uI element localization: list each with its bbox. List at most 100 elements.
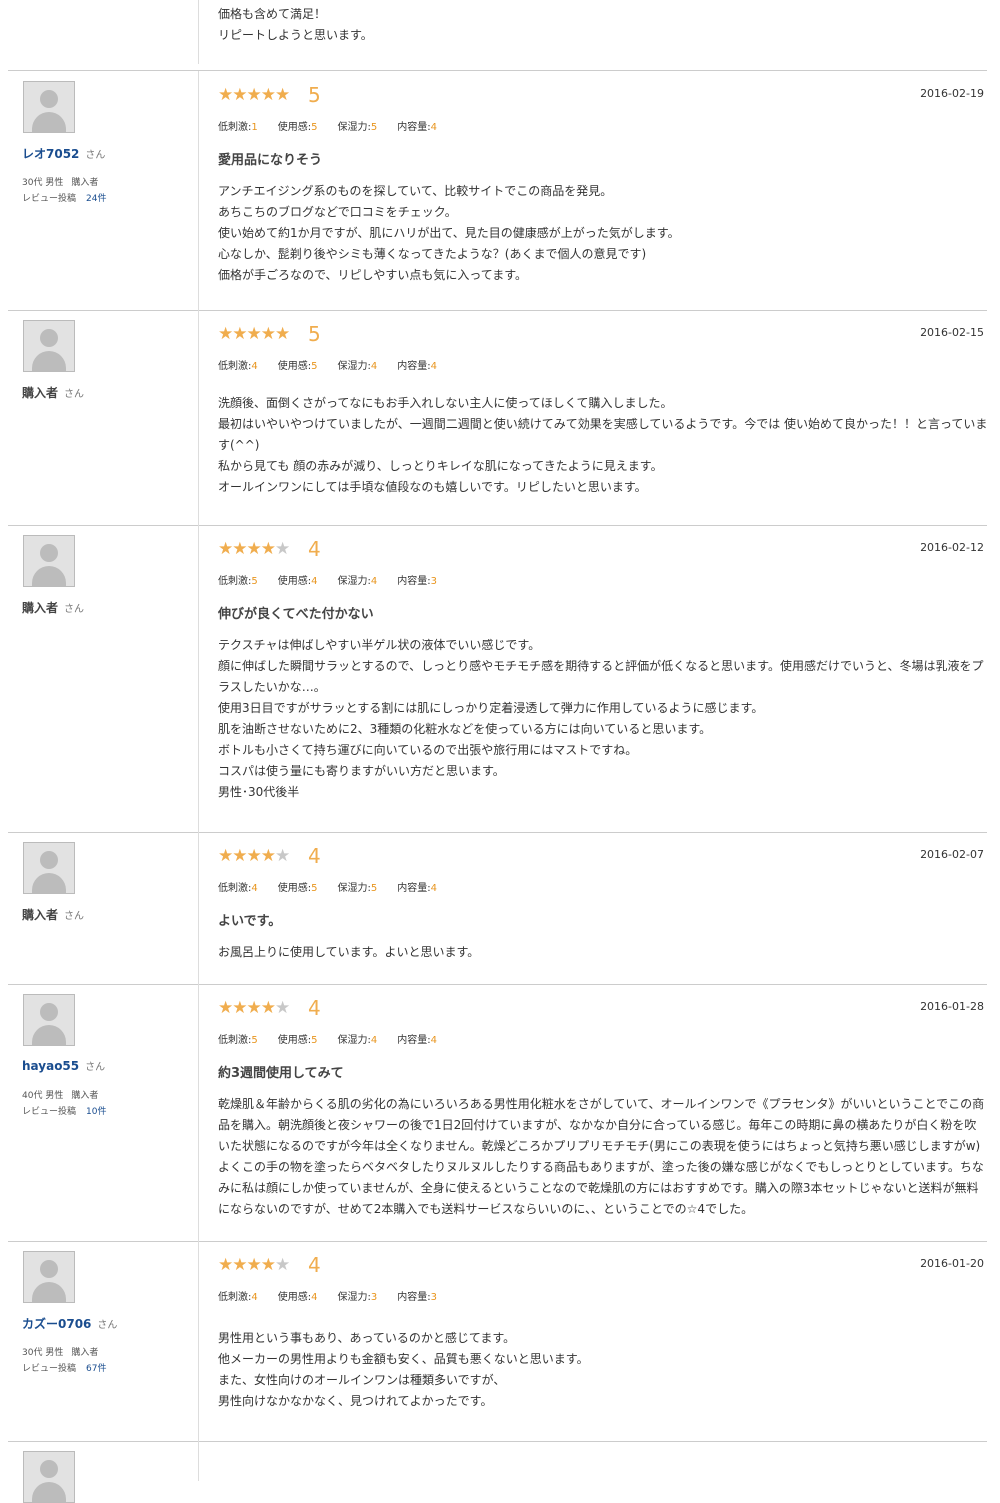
honorific: さん [64,389,85,400]
star-filled-icon: ★ [246,539,262,559]
reviewer-name-link[interactable]: カズー0706 [22,1317,91,1331]
review-count-label: レビュー投稿 [22,1364,77,1374]
buyer-badge: 購入者 [71,1348,99,1358]
review-count-link[interactable]: 67件 [86,1364,106,1374]
criterion-label: 低刺激: [218,1035,252,1046]
criterion: 内容量:4 [397,357,437,372]
review-date: 2016-01-28 [920,1000,984,1013]
star-filled-icon: ★ [218,998,233,1018]
review-title: 愛用品になりそう [218,153,323,168]
star-rating: ★★★★★ [218,85,290,105]
review-count-link[interactable]: 24件 [86,194,106,204]
criterion-value: 4 [370,361,378,372]
star-filled-icon: ★ [260,85,276,105]
reviewer-info: 購入者 さん [8,832,199,984]
criterion: 低刺激:5 [218,1031,258,1046]
star-rating: ★★★★★ [218,846,290,866]
star-filled-icon: ★ [232,998,247,1018]
avatar-body [32,112,66,132]
criterion-label: 使用感: [277,1292,312,1303]
criterion-label: 保湿力: [337,122,371,133]
criterion-value: 5 [370,122,378,133]
criterion-label: 使用感: [277,883,312,894]
criterion-label: 保湿力: [337,1292,371,1303]
avatar [23,1451,75,1503]
criterion-value: 4 [311,576,318,587]
criteria-ratings: 低刺激:4 使用感:4 保湿力:3 内容量:3 [218,1288,457,1303]
criterion-label: 内容量: [397,361,431,372]
criterion: 使用感:4 [278,1288,318,1303]
rating-score: 4 [308,537,321,561]
criterion-label: 使用感: [277,576,312,587]
criterion-value: 5 [311,883,318,894]
criterion: 低刺激:4 [218,1288,258,1303]
avatar-head [40,90,58,108]
star-empty-icon: ★ [275,539,290,559]
criteria-ratings: 低刺激:1 使用感:5 保湿力:5 内容量:4 [218,118,457,133]
avatar-head [40,1003,58,1021]
review-date: 2016-02-07 [920,848,984,861]
reviewer-info: カズー0706 さん 30代 男性 購入者 レビュー投稿 67件 [8,1241,199,1441]
review-item: 購入者 さん ★★★★★ 4 2016-02-12 低刺激:5 使用感:4 保湿力:4 内容量:… [8,525,987,833]
criteria-ratings: 低刺激:5 使用感:4 保湿力:4 内容量:3 [218,572,457,587]
avatar-head [40,329,58,347]
reviewer-name-link[interactable]: レオ7052 [22,147,79,161]
avatar-head [40,544,58,562]
criterion-value: 4 [311,1292,318,1303]
criteria-ratings: 低刺激:4 使用感:5 保湿力:4 内容量:4 [218,357,457,372]
avatar-body [32,1025,66,1045]
honorific: さん [64,911,85,922]
criterion-value: 4 [251,883,258,894]
honorific: さん [97,1320,118,1331]
criterion-value: 3 [370,1292,378,1303]
star-filled-icon: ★ [246,1255,262,1275]
criterion: 内容量:4 [397,879,437,894]
rating-score: 4 [308,844,321,868]
star-filled-icon: ★ [232,846,247,866]
reviewer-name: レオ7052 さん [22,145,105,162]
review-body: 価格も含めて満足！ リピートしようと思います。 [218,7,373,42]
review-count-label: レビュー投稿 [22,194,77,204]
avatar-head [40,1460,58,1478]
review-count-row: レビュー投稿 10件 [22,1104,106,1120]
criterion-value: 5 [311,361,318,372]
reviewer-meta: 40代 男性 購入者 レビュー投稿 10件 [22,1088,106,1120]
review-date: 2016-02-12 [920,541,984,554]
criterion: 保湿力:4 [338,572,378,587]
review-item: 購入者 さん ★★★★★ 5 2016-02-15 低刺激:4 使用感:5 保湿力:4 内容量:… [8,310,987,526]
star-filled-icon: ★ [218,85,233,105]
reviewer-info: hayao55 さん 40代 男性 購入者 レビュー投稿 10件 [8,984,199,1241]
avatar-body [32,1282,66,1302]
criterion-label: 低刺激: [218,361,252,372]
review-item [8,1441,987,1503]
reviewer-demographic: 30代 男性 購入者 [22,175,106,191]
criterion: 保湿力:3 [338,1288,378,1303]
criterion: 内容量:3 [397,1288,437,1303]
criterion: 内容量:3 [397,572,437,587]
criterion: 低刺激:1 [218,118,258,133]
criterion: 使用感:5 [278,118,318,133]
review-count-link[interactable]: 10件 [86,1107,106,1117]
reviewer-info: 購入者 さん [8,310,199,525]
criterion-value: 4 [251,361,258,372]
avatar-body [32,351,66,371]
age-gender: 40代 男性 [22,1091,64,1101]
star-filled-icon: ★ [275,324,290,344]
criterion-label: 内容量: [397,1292,431,1303]
star-filled-icon: ★ [260,998,276,1018]
criterion-label: 低刺激: [218,122,252,133]
review-count-row: レビュー投稿 24件 [22,191,106,207]
criterion-value: 5 [251,1035,258,1046]
review-item: カズー0706 さん 30代 男性 購入者 レビュー投稿 67件 ★★★★★ 4 2016-01… [8,1241,987,1442]
review-date: 2016-01-20 [920,1257,984,1270]
criterion: 内容量:4 [397,1031,437,1046]
avatar-head [40,851,58,869]
review-date: 2016-02-15 [920,326,984,339]
star-filled-icon: ★ [232,539,247,559]
review-body: お風呂上りに使用しています。よいと思います。 [218,945,480,959]
reviewer-name-link[interactable]: hayao55 [22,1059,79,1073]
avatar [23,842,75,894]
star-filled-icon: ★ [246,85,262,105]
review-title: 伸びが良くてべた付かない [218,607,374,622]
criterion: 使用感:5 [278,879,318,894]
